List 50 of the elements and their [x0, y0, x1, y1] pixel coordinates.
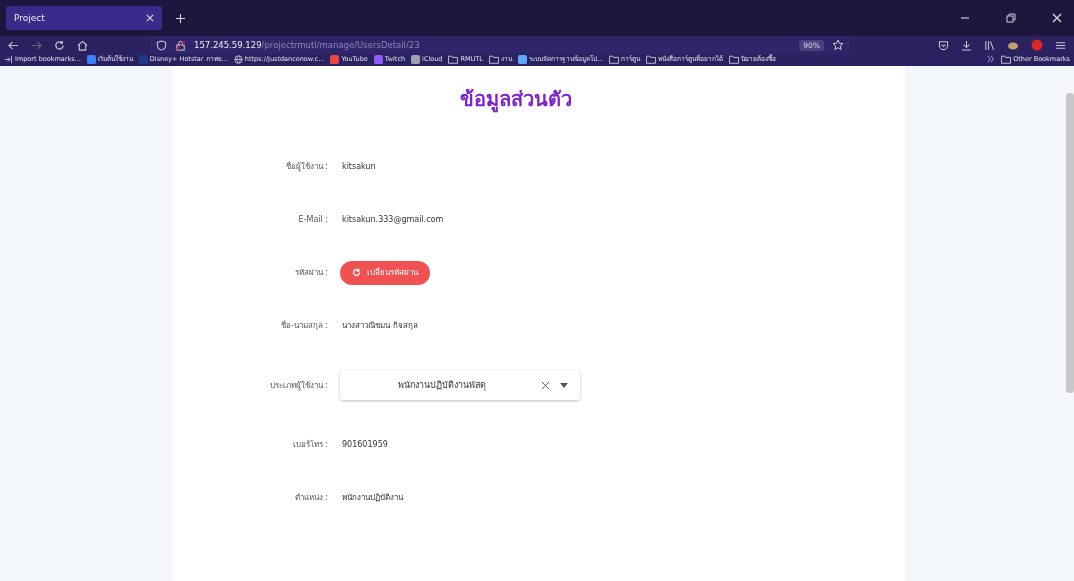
site-icon — [86, 54, 96, 64]
field-label: E-Mail : — [297, 215, 328, 224]
field-label: เบอร์โทร : — [291, 439, 328, 451]
field-label: ตำแหน่ง : — [293, 492, 328, 504]
field-value: พนักงานปฏิบัติงาน — [342, 492, 403, 504]
dropdown-caret-icon[interactable] — [560, 382, 568, 388]
url-text: 157.245.59.129/projectrmutl/manage/UsersDetail/23 — [194, 40, 420, 50]
close-icon[interactable] — [146, 14, 154, 22]
shield-icon[interactable] — [156, 39, 167, 51]
close-icon[interactable] — [1052, 13, 1062, 23]
site-icon — [517, 54, 527, 64]
tab-title: Project — [14, 13, 46, 23]
folder-icon — [1001, 54, 1012, 64]
field-label: ประเภทผู้ใช้งาน : — [268, 379, 328, 392]
site-icon — [330, 54, 340, 64]
site-icon — [138, 54, 148, 64]
home-icon[interactable] — [77, 39, 88, 51]
clear-icon[interactable] — [541, 380, 550, 390]
field-label: ชื่อ-นามสกุล : — [279, 319, 328, 332]
field-value: นางสาวณิชมน กิจสกุล — [342, 320, 418, 332]
folder-icon — [488, 54, 499, 64]
reload-icon[interactable] — [54, 39, 65, 51]
download-icon[interactable] — [961, 39, 972, 51]
folder-icon — [448, 54, 459, 64]
library-icon[interactable] — [984, 39, 995, 51]
site-icon — [411, 54, 421, 64]
field-value: kitsakun.333@gmail.com — [342, 215, 444, 224]
pocket-icon[interactable] — [938, 39, 949, 51]
folder-icon — [729, 54, 740, 64]
forward-icon[interactable] — [31, 39, 42, 51]
menu-icon[interactable] — [1055, 39, 1066, 51]
field-value: 901601959 — [342, 440, 388, 449]
user-type-select[interactable]: พนักงานปฏิบัติงานพัสดุ — [340, 370, 580, 400]
import-icon — [4, 54, 13, 64]
star-icon[interactable] — [832, 39, 844, 51]
more-bookmarks-icon[interactable] — [987, 55, 996, 63]
field-value: kitsakun — [342, 162, 376, 171]
folder-icon — [646, 54, 657, 64]
folder-icon — [609, 54, 620, 64]
lock-icon[interactable] — [175, 39, 186, 51]
page-title: ข้อมูลส่วนตัว — [459, 86, 573, 114]
reload-icon — [352, 268, 361, 277]
restore-icon[interactable] — [1006, 13, 1016, 23]
globe-icon — [233, 54, 243, 64]
browser-tab[interactable]: Project — [6, 6, 162, 30]
new-tab-icon[interactable] — [176, 13, 185, 23]
field-label: รหัสผ่าน : — [293, 267, 328, 279]
back-icon[interactable] — [8, 39, 19, 51]
field-label: ชื่อผู้ใช้งาน : — [284, 160, 328, 173]
site-icon — [373, 54, 383, 64]
